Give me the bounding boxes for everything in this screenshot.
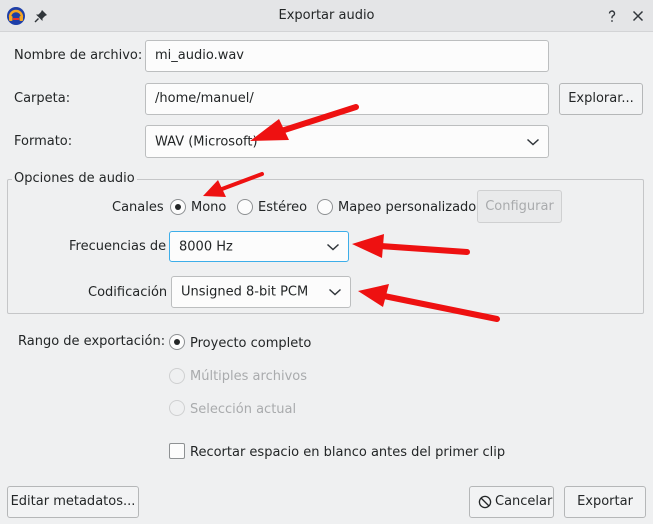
file-name-label: Nombre de archivo: bbox=[14, 48, 143, 63]
channel-mono-radio[interactable] bbox=[170, 199, 186, 215]
chevron-down-icon bbox=[326, 243, 340, 251]
format-label: Formato: bbox=[14, 134, 73, 149]
range-multiple-files-radio[interactable] bbox=[169, 368, 185, 384]
sample-rate-value: 8000 Hz bbox=[179, 239, 233, 254]
range-multiple-files-label: Múltiples archivos bbox=[190, 369, 307, 384]
folder-input[interactable]: /home/manuel/ bbox=[145, 83, 549, 115]
range-selection-label: Selección actual bbox=[190, 402, 297, 417]
channels-label: Canales bbox=[112, 200, 164, 215]
sample-rate-label: Frecuencias de bbox=[69, 239, 167, 254]
encoding-select[interactable]: Unsigned 8-bit PCM bbox=[171, 276, 351, 308]
chevron-down-icon bbox=[328, 288, 342, 296]
close-icon[interactable] bbox=[630, 8, 646, 24]
export-button[interactable]: Exportar bbox=[564, 486, 646, 518]
help-icon[interactable] bbox=[604, 8, 620, 24]
export-audio-dialog: Exportar audio Nombre de archivo: mi_aud… bbox=[0, 0, 653, 524]
channel-custom-radio[interactable] bbox=[317, 199, 333, 215]
cancel-label: Cancelar bbox=[495, 494, 553, 509]
file-name-input[interactable]: mi_audio.wav bbox=[145, 40, 549, 72]
cancel-icon bbox=[478, 495, 492, 509]
range-full-project-radio[interactable] bbox=[169, 334, 185, 350]
trim-silence-label: Recortar espacio en blanco antes del pri… bbox=[190, 445, 506, 460]
channel-mono-label: Mono bbox=[191, 200, 227, 215]
audio-options-title: Opciones de audio bbox=[12, 171, 137, 186]
configure-button[interactable]: Configurar bbox=[477, 190, 562, 223]
folder-label: Carpeta: bbox=[14, 91, 71, 106]
range-selection-radio[interactable] bbox=[169, 400, 185, 416]
format-value: WAV (Microsoft) bbox=[155, 134, 258, 149]
channel-stereo-label: Estéreo bbox=[258, 200, 308, 215]
channel-stereo-radio[interactable] bbox=[237, 199, 253, 215]
title-bar: Exportar audio bbox=[0, 0, 653, 32]
encoding-label: Codificación bbox=[88, 285, 168, 300]
export-range-label: Rango de exportación: bbox=[18, 334, 166, 349]
channel-custom-label: Mapeo personalizado bbox=[338, 200, 477, 215]
window-title: Exportar audio bbox=[278, 8, 375, 23]
cancel-button[interactable]: Cancelar bbox=[469, 486, 554, 518]
edit-metadata-button[interactable]: Editar metadatos... bbox=[7, 486, 139, 518]
chevron-down-icon bbox=[526, 138, 540, 146]
format-select[interactable]: WAV (Microsoft) bbox=[145, 125, 549, 158]
trim-silence-checkbox[interactable] bbox=[169, 443, 185, 459]
browse-button[interactable]: Explorar... bbox=[559, 83, 643, 115]
range-full-project-label: Proyecto completo bbox=[190, 336, 312, 351]
encoding-value: Unsigned 8-bit PCM bbox=[181, 284, 309, 300]
sample-rate-select[interactable]: 8000 Hz bbox=[169, 231, 349, 262]
